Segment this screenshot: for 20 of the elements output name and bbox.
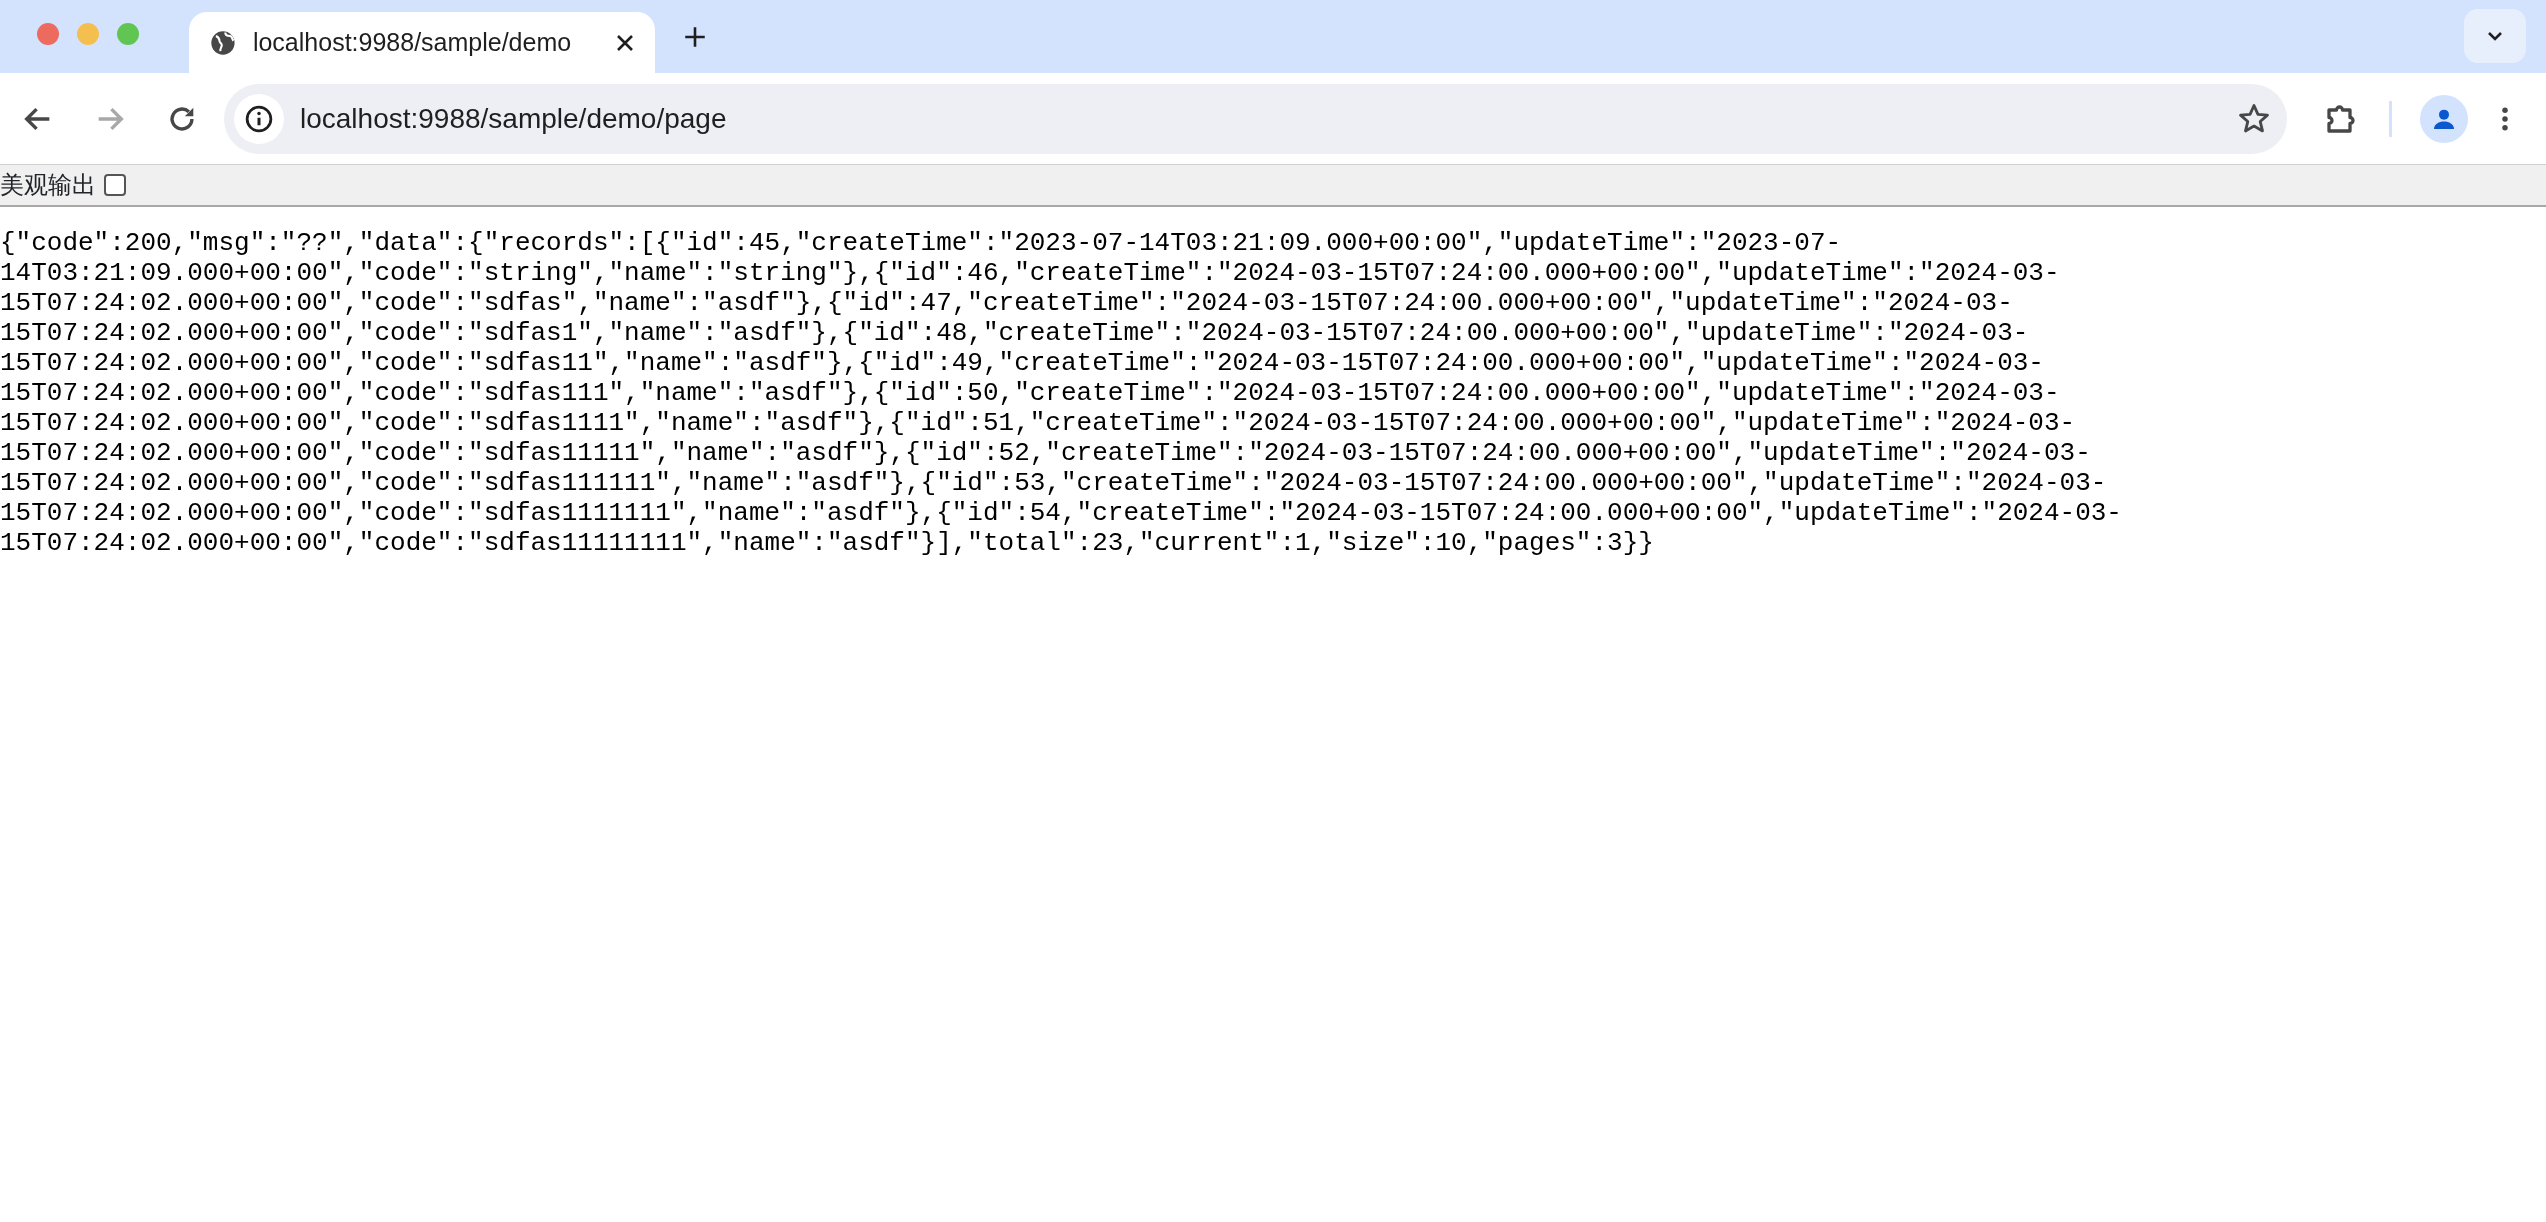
browser-tab[interactable]: localhost:9988/sample/demo <box>189 12 655 73</box>
json-text-line: 15T07:24:02.000+00:00","code":"sdfas11111111","name":"asdf"}],"total":23,"current":1,"size":10,"pages":3}} <box>0 528 1655 558</box>
json-text-line: 15T07:24:02.000+00:00","code":"sdfas111","name":"asdf"},{"id":50,"createTime":"2024-03-15T07:24:00.000+00:00","updateTime":"2024-03- <box>0 378 2061 408</box>
json-text-line: 15T07:24:02.000+00:00","code":"sdfas11111","name":"asdf"},{"id":52,"createTime":"2024-03-15T07:24:00.000+00:00","updateTime":"2024-03- <box>0 438 2092 468</box>
tab-title: localhost:9988/sample/demo <box>252 26 573 58</box>
json-text-line: 15T07:24:02.000+00:00","code":"sdfas111111","name":"asdf"},{"id":53,"createTime":"2024-03-15T07:24:00.000+00:00","updateTime":"2024-03- <box>0 468 2108 498</box>
address-bar[interactable]: localhost:9988/sample/demo/page <box>224 83 2287 154</box>
json-text-line: 15T07:24:02.000+00:00","code":"sdfas1","name":"asdf"},{"id":48,"createTime":"2024-03-15T07:24:00.000+00:00","updateTime":"2024-03- <box>0 318 2030 348</box>
site-info-icon[interactable] <box>234 93 284 144</box>
pretty-print-checkbox[interactable] <box>104 174 126 196</box>
json-text-line: 15T07:24:02.000+00:00","code":"sdfas11","name":"asdf"},{"id":49,"createTime":"2024-03-15T07:24:00.000+00:00","updateTime":"2024-03- <box>0 348 2045 378</box>
json-text-line: 15T07:24:02.000+00:00","code":"sdfas1111","name":"asdf"},{"id":51,"createTime":"2024-03-15T07:24:00.000+00:00","updateTime":"2024-03- <box>0 408 2077 438</box>
address-text: localhost:9988/sample/demo/page <box>300 101 727 136</box>
json-text-line: 15T07:24:02.000+00:00","code":"sdfas","name":"asdf"},{"id":47,"createTime":"2024-03-15T07:24:00.000+00:00","updateTime":"2024-03- <box>0 288 2014 318</box>
plus-icon <box>682 24 708 50</box>
json-text-line: 14T03:21:09.000+00:00","code":"string","name":"string"},{"id":46,"createTime":"2024-03-15T07:24:00.000+00:00","updateTime":"2024-03- <box>0 258 2061 288</box>
pretty-print-label: 美观输出 <box>0 170 96 200</box>
profile-avatar-icon[interactable] <box>2420 94 2468 143</box>
json-text-line: 15T07:24:02.000+00:00","code":"sdfas1111111","name":"asdf"},{"id":54,"createTime":"2024-03-15T07:24:00.000+00:00","updateTime":"2024-03- <box>0 498 2123 528</box>
json-text-line: {"code":200,"msg":"??","data":{"records":[{"id":45,"createTime":"2023-07-14T03:21:09.000+00:00","updateTime":"2023-07- <box>0 228 1843 258</box>
